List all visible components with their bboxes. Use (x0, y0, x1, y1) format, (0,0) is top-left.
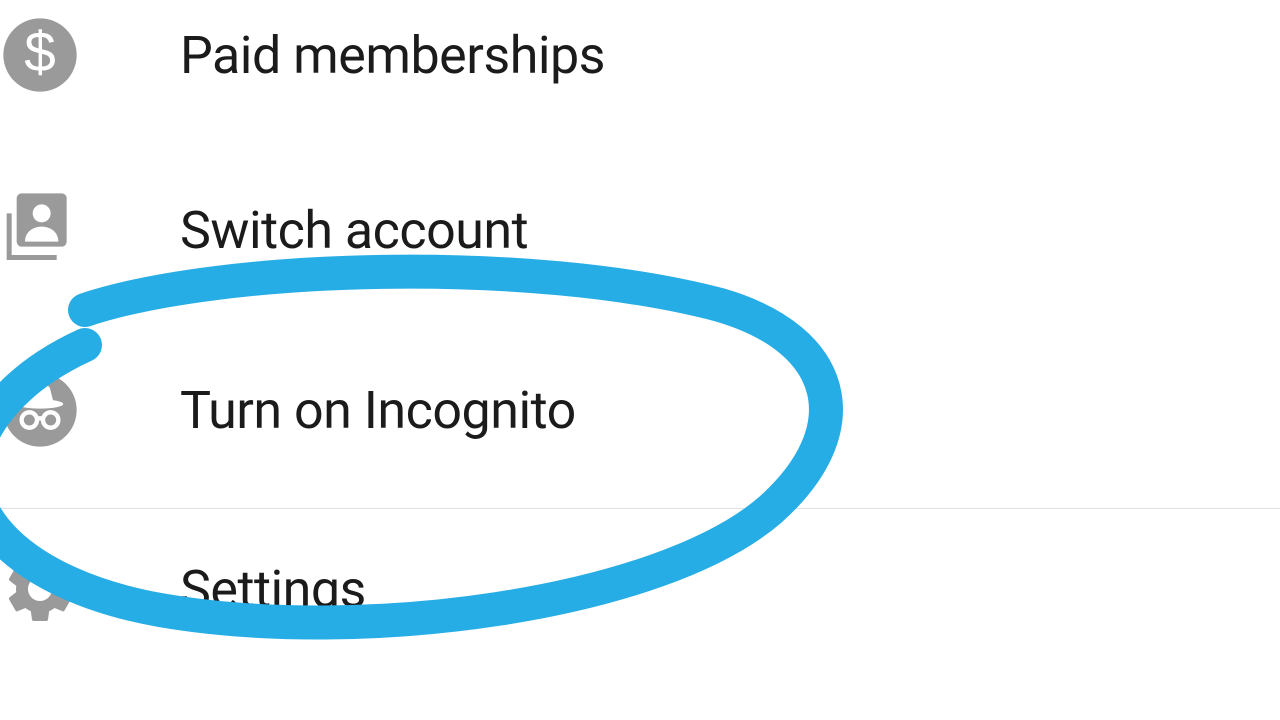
menu-item-label: Settings (180, 559, 366, 620)
menu-item-label: Switch account (180, 200, 528, 261)
menu-item-paid-memberships[interactable]: $ Paid memberships (0, 0, 1280, 110)
menu-item-label: Turn on Incognito (180, 380, 576, 441)
switch-account-icon (0, 190, 180, 270)
menu-item-settings[interactable]: Settings (0, 509, 1280, 669)
incognito-icon (0, 370, 180, 450)
svg-text:$: $ (24, 22, 56, 85)
menu-item-incognito[interactable]: Turn on Incognito (0, 320, 1280, 500)
account-menu: $ Paid memberships Switch account (0, 0, 1280, 669)
dollar-icon: $ (0, 15, 180, 95)
gear-icon (0, 549, 180, 629)
menu-item-label: Paid memberships (180, 25, 605, 86)
menu-item-switch-account[interactable]: Switch account (0, 140, 1280, 320)
